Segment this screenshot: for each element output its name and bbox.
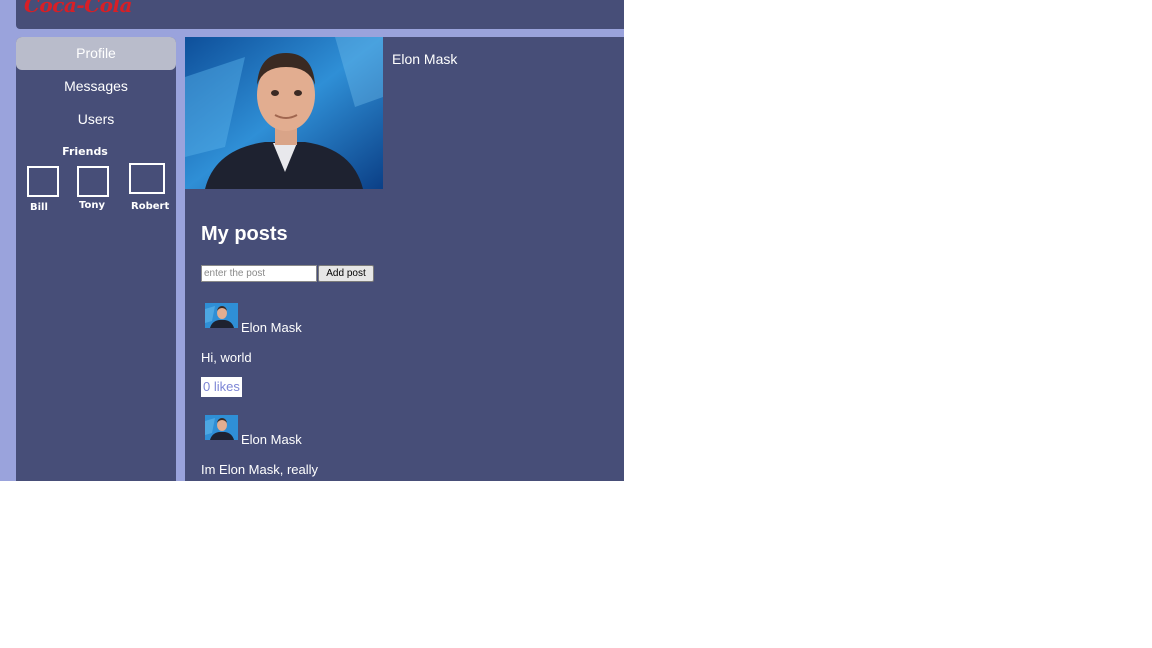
post-likes[interactable]: 0 likes [201,377,242,397]
profile-photo [185,37,383,189]
profile-name: Elon Mask [392,51,458,67]
app-window: Coca-Cola Profile Messages Users Friends… [0,0,624,481]
sidebar-item-messages[interactable]: Messages [16,70,176,103]
post-author: Elon Mask [241,432,302,447]
sidebar-item-profile[interactable]: Profile [16,37,176,70]
logo[interactable]: Coca-Cola [24,0,133,18]
friend-name: Tony [79,200,106,211]
add-post-button[interactable]: Add post [318,265,374,282]
friends-section: Friends Bill Tony Robert [16,143,176,233]
post-text: Hi, world [201,350,252,365]
post-author: Elon Mask [241,320,302,335]
friend-avatar[interactable] [129,163,165,194]
sidebar-item-users[interactable]: Users [16,103,176,136]
friend-item-tony[interactable]: Tony [77,166,117,211]
sidebar: Profile Messages Users Friends Bill Tony… [16,37,176,481]
friend-name: Robert [131,201,170,212]
post-input[interactable] [201,265,317,282]
friend-avatar[interactable] [77,166,109,197]
profile-photo-image [185,37,383,189]
post-item: Elon Mask Hi, world 0 likes [201,303,601,403]
header: Coca-Cola [16,0,624,29]
profile-content: Elon Mask My posts Add post Elon Mask Hi… [185,37,624,481]
post-avatar [205,303,238,328]
friends-title: Friends [62,145,108,158]
friend-avatar[interactable] [27,166,59,197]
posts-title: My posts [201,223,288,245]
friend-item-bill[interactable]: Bill [27,166,67,213]
friend-name: Bill [30,202,48,213]
post-avatar [205,415,238,440]
post-text: Im Elon Mask, really [201,462,319,477]
friend-item-robert[interactable]: Robert [129,163,169,212]
post-item: Elon Mask Im Elon Mask, really [201,415,601,481]
